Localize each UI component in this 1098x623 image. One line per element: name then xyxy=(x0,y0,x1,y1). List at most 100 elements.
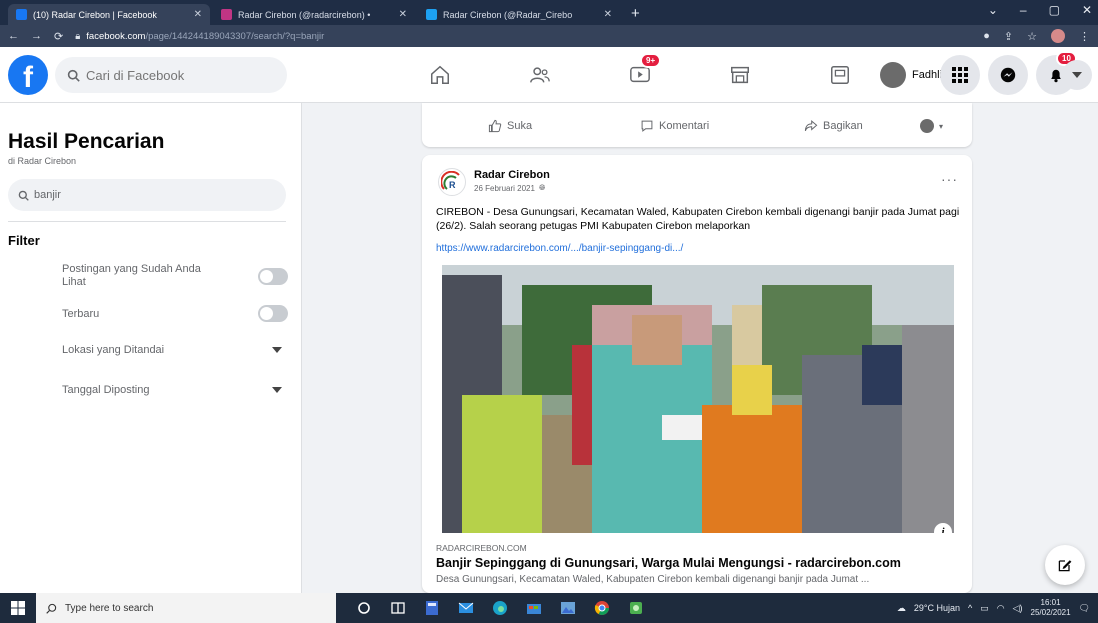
tab-title: Radar Cirebon (@Radar_Cirebo xyxy=(443,9,573,20)
browser-toolbar: ← → ⟳ 🔒︎ facebook.com/page/1442441890433… xyxy=(0,25,1098,47)
back-icon[interactable]: ← xyxy=(8,30,19,42)
chevron-up-icon[interactable]: ^ xyxy=(968,603,972,613)
windows-start-button[interactable] xyxy=(0,593,36,623)
nav-gaming-button[interactable] xyxy=(826,61,854,89)
taskbar-search-box[interactable]: Type here to search xyxy=(36,593,336,623)
calculator-app-icon[interactable] xyxy=(420,597,444,619)
clock[interactable]: 16:01 25/02/2021 xyxy=(1031,598,1071,618)
comment-label: Komentari xyxy=(659,120,710,132)
clock-time: 16:01 xyxy=(1040,598,1061,607)
toggle-switch[interactable] xyxy=(258,305,288,322)
close-tab-icon[interactable]: ✕ xyxy=(399,9,407,20)
profile-avatar-icon[interactable] xyxy=(1051,29,1065,43)
forward-icon[interactable]: → xyxy=(31,30,42,42)
share-icon[interactable]: ⇪ xyxy=(1004,30,1013,43)
page-search-input[interactable]: banjir xyxy=(8,179,286,211)
battery-icon[interactable]: ▭ xyxy=(980,603,989,614)
chrome-app-icon[interactable] xyxy=(590,597,614,619)
share-button[interactable]: Bagikan xyxy=(804,119,863,133)
tab-title: (10) Radar Cirebon | Facebook xyxy=(33,9,157,20)
facebook-logo-icon[interactable]: f xyxy=(8,55,48,95)
browser-tab-instagram[interactable]: Radar Cirebon (@radarcirebon) • ✕ xyxy=(213,4,415,25)
post-text: CIREBON - Desa Gunungsari, Kecamatan Wal… xyxy=(436,206,960,232)
extension-icon[interactable]: ● xyxy=(983,30,990,42)
lock-icon[interactable]: 🔒︎ xyxy=(75,31,80,42)
maximize-button[interactable]: ▢ xyxy=(1049,3,1060,17)
avatar xyxy=(920,119,934,133)
close-tab-icon[interactable]: ✕ xyxy=(194,9,202,20)
facebook-search-input[interactable] xyxy=(86,67,266,83)
search-result-post: R Radar Cirebon 26 Februari 2021 🌐︎ ··· … xyxy=(422,155,972,593)
photos-app-icon[interactable] xyxy=(556,597,580,619)
edge-app-icon[interactable] xyxy=(488,597,512,619)
filter-label: Lokasi yang Ditandai xyxy=(62,344,165,356)
volume-icon[interactable]: ◁) xyxy=(1013,603,1023,614)
menu-button[interactable] xyxy=(940,55,980,95)
gaming-icon xyxy=(831,66,849,84)
mail-app-icon[interactable] xyxy=(454,597,478,619)
profile-chip[interactable]: Fadhli xyxy=(880,59,942,91)
close-window-button[interactable]: ✕ xyxy=(1082,3,1092,17)
friends-icon xyxy=(530,67,550,83)
caret-down-icon: ▾ xyxy=(939,121,944,131)
comment-icon xyxy=(641,120,653,132)
filter-label: Postingan yang Sudah Anda Lihat xyxy=(62,263,201,288)
page-avatar[interactable]: R xyxy=(438,168,466,196)
nav-home-button[interactable] xyxy=(426,61,454,89)
browser-tab-twitter[interactable]: Radar Cirebon (@Radar_Cirebo ✕ xyxy=(418,4,620,25)
user-name: Fadhli xyxy=(912,69,942,81)
tab-search-icon[interactable]: ⌄ xyxy=(988,3,998,17)
close-tab-icon[interactable]: ✕ xyxy=(604,9,612,20)
toggle-switch[interactable] xyxy=(258,267,288,285)
windows-taskbar: Type here to search ☁︎ 29°C Hujan ^ ▭ ◠ … xyxy=(0,593,1098,623)
chevron-down-icon xyxy=(272,347,282,353)
like-button[interactable]: Suka xyxy=(488,119,532,133)
link-preview-site: RADARCIREBON.COM xyxy=(436,543,527,553)
nav-friends-button[interactable] xyxy=(526,61,554,89)
nav-watch-button[interactable]: 9+ xyxy=(626,53,662,89)
browser-tab-facebook[interactable]: (10) Radar Cirebon | Facebook ✕ xyxy=(8,4,210,25)
facebook-search-box[interactable] xyxy=(55,57,287,93)
taskbar-search-placeholder: Type here to search xyxy=(65,602,154,614)
filter-recent[interactable]: Terbaru xyxy=(62,305,292,322)
tab-title: Radar Cirebon (@radarcirebon) • xyxy=(238,9,371,20)
new-tab-button[interactable]: + xyxy=(623,5,648,25)
cortana-icon[interactable] xyxy=(352,597,376,619)
url-host: facebook.com xyxy=(86,30,146,42)
browser-menu-icon[interactable]: ⋮ xyxy=(1079,30,1090,43)
account-button[interactable] xyxy=(1062,60,1092,90)
search-icon xyxy=(46,603,57,614)
grid-menu-icon xyxy=(952,67,968,83)
post-author[interactable]: Radar Cirebon xyxy=(474,169,550,181)
minimize-button[interactable]: – xyxy=(1020,3,1027,17)
reaction-audience-button[interactable]: ▾ xyxy=(920,119,943,133)
filter-date-posted[interactable]: Tanggal Diposting xyxy=(62,384,292,396)
share-label: Bagikan xyxy=(823,120,863,132)
browser-tab-strip: (10) Radar Cirebon | Facebook ✕ Radar Ci… xyxy=(0,0,1098,25)
filter-seen-posts[interactable]: Postingan yang Sudah Anda Lihat xyxy=(62,263,292,289)
comment-button[interactable]: Komentari xyxy=(640,119,709,133)
weather-text[interactable]: 29°C Hujan xyxy=(914,603,960,613)
post-link[interactable]: https://www.radarcirebon.com/.../banjir-… xyxy=(436,243,683,254)
search-query: banjir xyxy=(34,189,61,201)
link-preview-title[interactable]: Banjir Sepinggang di Gunungsari, Warga M… xyxy=(436,556,901,570)
filter-tagged-location[interactable]: Lokasi yang Ditandai xyxy=(62,344,292,356)
address-bar[interactable]: 🔒︎ facebook.com/page/144244189043307/sea… xyxy=(75,28,971,44)
twitter-favicon-icon xyxy=(426,9,437,20)
reload-icon[interactable]: ⟳ xyxy=(54,30,63,43)
star-bookmark-icon[interactable]: ☆ xyxy=(1027,30,1037,43)
post-options-button[interactable]: ··· xyxy=(941,171,958,187)
clock-date: 25/02/2021 xyxy=(1030,608,1071,617)
wifi-icon[interactable]: ◠ xyxy=(997,603,1005,614)
notification-center-icon[interactable]: 🗨︎ xyxy=(1079,603,1090,614)
messenger-button[interactable] xyxy=(988,55,1028,95)
post-photo[interactable]: i xyxy=(442,265,954,533)
post-date[interactable]: 26 Februari 2021 xyxy=(474,184,535,193)
nav-marketplace-button[interactable] xyxy=(726,61,754,89)
greenshot-app-icon[interactable] xyxy=(624,597,648,619)
store-app-icon[interactable] xyxy=(522,597,546,619)
previous-post-actions: Suka Komentari Bagikan ▾ xyxy=(422,103,972,147)
flood-rescue-photo xyxy=(442,265,954,533)
new-message-button[interactable] xyxy=(1045,545,1085,585)
task-view-icon[interactable] xyxy=(386,597,410,619)
